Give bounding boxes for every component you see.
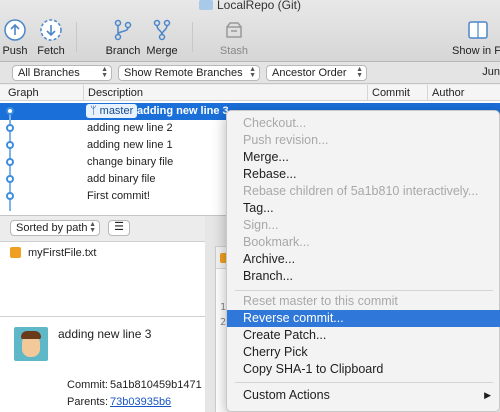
dropdown-arrows-icon: ▲ ▼ xyxy=(356,66,363,79)
column-header-author[interactable]: Author xyxy=(432,87,464,99)
avatar xyxy=(14,327,48,361)
column-header-graph[interactable]: Graph xyxy=(8,87,39,99)
menu-item-reset[interactable]: Reset master to this commit xyxy=(227,293,500,310)
menu-item-cherry-pick[interactable]: Cherry Pick xyxy=(227,344,500,361)
graph-node xyxy=(6,124,14,132)
push-button[interactable]: Push xyxy=(0,18,30,57)
menu-separator xyxy=(235,382,493,383)
column-header-description[interactable]: Description xyxy=(88,87,143,99)
branches-filter-dropdown[interactable]: All Branches ▲ ▼ xyxy=(12,65,112,81)
menu-item-create-patch[interactable]: Create Patch... xyxy=(227,327,500,344)
merge-icon xyxy=(153,19,171,41)
commit-hash: 5a1b810459b1471 xyxy=(110,379,202,391)
graph-node xyxy=(6,158,14,166)
graph-node xyxy=(6,192,14,200)
file-sort-bar: Sorted by path ▲ ▼ ☰ xyxy=(0,216,205,238)
stash-icon xyxy=(226,22,242,38)
column-divider xyxy=(427,85,428,101)
branch-tag[interactable]: ᛘ master xyxy=(86,104,138,118)
menu-item-push-revision[interactable]: Push revision... xyxy=(227,132,500,149)
branch-icon xyxy=(114,19,132,41)
menu-item-archive[interactable]: Archive... xyxy=(227,251,500,268)
push-icon xyxy=(4,19,26,41)
toolbar-divider xyxy=(192,22,193,52)
menu-item-sign[interactable]: Sign... xyxy=(227,217,500,234)
finder-icon xyxy=(468,21,488,39)
sort-dropdown[interactable]: Sorted by path ▲ ▼ xyxy=(10,220,100,236)
menu-item-checkout[interactable]: Checkout... xyxy=(227,115,500,132)
file-list: myFirstFile.txt xyxy=(0,241,205,316)
graph-node xyxy=(6,175,14,183)
column-divider xyxy=(83,85,84,101)
menu-item-branch[interactable]: Branch... xyxy=(227,268,500,285)
graph-node xyxy=(6,107,14,115)
menu-item-copy-sha[interactable]: Copy SHA-1 to Clipboard xyxy=(227,361,500,378)
menu-separator xyxy=(235,290,493,291)
menu-item-rebase[interactable]: Rebase... xyxy=(227,166,500,183)
show-in-finder-button[interactable]: Show in F xyxy=(452,18,500,57)
folder-icon xyxy=(198,0,213,10)
merge-button[interactable]: Merge xyxy=(145,18,179,57)
commit-details: adding new line 3 Commit: 5a1b810459b147… xyxy=(0,316,205,412)
branch-icon: ᛘ xyxy=(90,105,100,117)
table-header: Graph Description Commit Author xyxy=(0,85,500,101)
commit-label: Commit: xyxy=(67,379,108,391)
modified-file-icon xyxy=(10,247,21,258)
filter-bar: All Branches ▲ ▼ Show Remote Branches ▲ ▼ … xyxy=(0,62,500,84)
avatar-hair xyxy=(21,331,41,339)
stash-button[interactable]: Stash xyxy=(218,18,250,57)
context-menu: Checkout... Push revision... Merge... Re… xyxy=(226,110,500,412)
branch-button[interactable]: Branch xyxy=(104,18,142,57)
dropdown-arrows-icon: ▲ ▼ xyxy=(101,66,108,79)
commit-message: adding new line 3 xyxy=(58,327,152,341)
order-dropdown[interactable]: Ancestor Order ▲ ▼ xyxy=(266,65,367,81)
parents-label: Parents: xyxy=(67,396,108,408)
window-title: LocalRepo (Git) xyxy=(0,0,500,12)
list-view-button[interactable]: ☰ xyxy=(108,220,130,236)
graph-node xyxy=(6,141,14,149)
toolbar: LocalRepo (Git) Push Fetch Branch Merge … xyxy=(0,0,500,62)
list-icon: ☰ xyxy=(114,221,124,233)
submenu-arrow-icon: ▶ xyxy=(484,390,491,400)
menu-item-custom-actions[interactable]: Custom Actions ▶ xyxy=(227,387,500,404)
parent-commit-link[interactable]: 73b03935b6 xyxy=(110,396,171,408)
toolbar-divider xyxy=(76,22,77,52)
dropdown-arrows-icon: ▲ ▼ xyxy=(89,221,96,234)
menu-item-tag[interactable]: Tag... xyxy=(227,200,500,217)
fetch-icon xyxy=(40,19,62,41)
remote-branches-dropdown[interactable]: Show Remote Branches ▲ ▼ xyxy=(118,65,260,81)
dropdown-arrows-icon: ▲ ▼ xyxy=(249,66,256,79)
column-header-commit[interactable]: Commit xyxy=(372,87,410,99)
jump-to-label: Jun xyxy=(482,66,500,78)
column-divider xyxy=(367,85,368,101)
menu-item-rebase-interactive[interactable]: Rebase children of 5a1b810 interactively… xyxy=(227,183,500,200)
list-item[interactable]: myFirstFile.txt xyxy=(0,244,205,262)
menu-item-merge[interactable]: Merge... xyxy=(227,149,500,166)
fetch-button[interactable]: Fetch xyxy=(34,18,68,57)
menu-item-bookmark[interactable]: Bookmark... xyxy=(227,234,500,251)
menu-item-reverse-commit[interactable]: Reverse commit... xyxy=(227,310,500,327)
